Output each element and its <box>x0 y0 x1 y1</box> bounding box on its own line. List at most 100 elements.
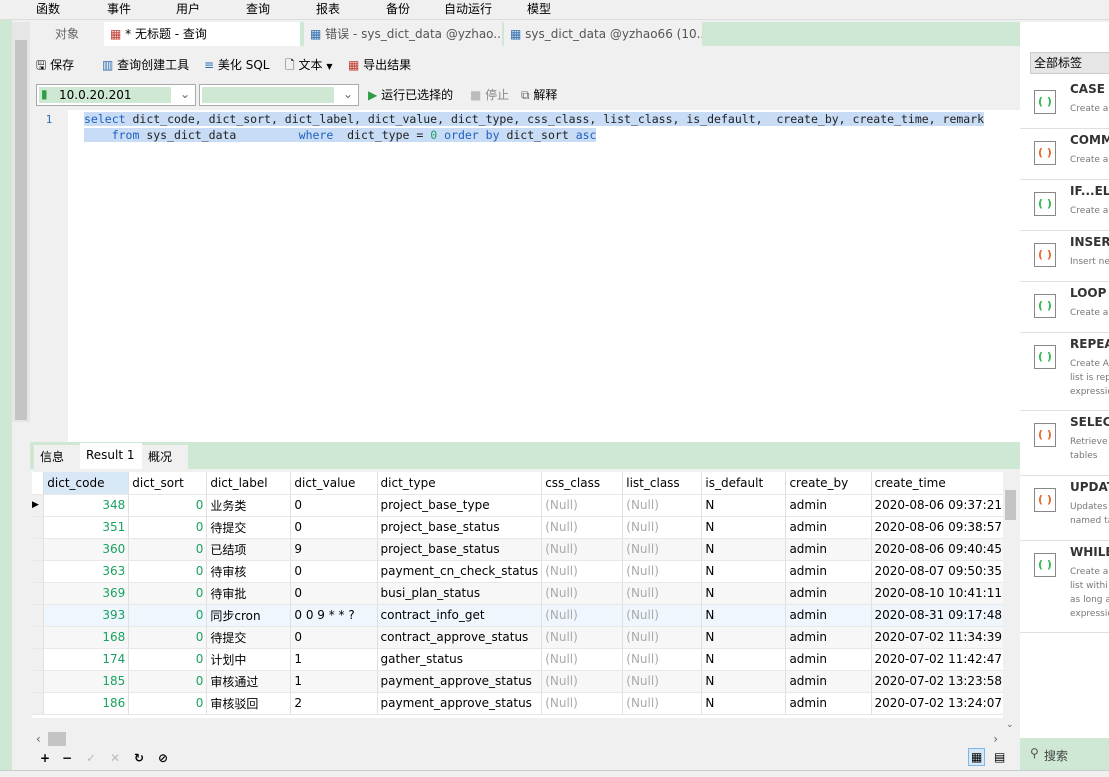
table-row[interactable]: 174 0 计划中 1 gather_status (Null) (Null) Nadmin 2… <box>32 648 1018 671</box>
sql-editor[interactable]: 1 select dict_code, dict_sort, dict_labe… <box>30 110 1020 442</box>
column-header[interactable]: dict_label <box>206 472 292 495</box>
grid-vertical-scrollbar[interactable]: ⌄ <box>1003 472 1018 730</box>
table-cell[interactable]: payment_approve_status <box>377 670 543 693</box>
menu-item[interactable]: 模型 <box>527 0 551 17</box>
table-cell[interactable]: 0 <box>128 538 208 561</box>
table-cell[interactable]: 0 <box>290 560 378 583</box>
table-cell[interactable]: 审核驳回 <box>206 692 292 715</box>
column-header[interactable]: create_by <box>785 472 872 495</box>
table-cell[interactable]: 0 <box>128 692 208 715</box>
text-button[interactable]: 🗋 文本 ▼ <box>285 57 332 75</box>
table-cell[interactable]: N <box>701 670 787 693</box>
connection-select[interactable]: ▮ 10.0.20.201 ⌄ <box>36 84 196 106</box>
menu-item[interactable]: 事件 <box>107 0 131 17</box>
table-cell[interactable]: admin <box>785 516 872 539</box>
column-header[interactable]: dict_sort <box>128 472 208 495</box>
tab-sys-dict-data[interactable]: ▦ sys_dict_data @yzhao66 (10... <box>504 22 702 46</box>
row-indicator[interactable] <box>32 516 45 539</box>
form-view-icon[interactable]: ▤ <box>994 749 1005 765</box>
table-cell[interactable]: project_base_status <box>377 516 543 539</box>
snippet-item[interactable]: ( ) WHILE Create a list withi as long a ex… <box>1020 541 1109 633</box>
table-cell[interactable]: 0 <box>290 626 378 649</box>
snippet-item[interactable]: ( ) INSERT Insert ne <box>1020 231 1109 282</box>
row-indicator[interactable] <box>32 692 45 715</box>
table-cell[interactable]: 351 <box>43 516 130 539</box>
beautify-sql-button[interactable]: ≡ 美化 SQL <box>204 57 269 73</box>
column-header[interactable]: dict_value <box>290 472 378 495</box>
table-cell[interactable]: 0 <box>128 494 208 517</box>
table-cell[interactable]: 待提交 <box>206 516 292 539</box>
table-cell[interactable]: admin <box>785 692 872 715</box>
menu-item[interactable]: 用户 <box>176 0 200 17</box>
query-builder-button[interactable]: ▥ 查询创建工具 <box>102 57 189 73</box>
table-cell[interactable]: 185 <box>43 670 130 693</box>
scroll-down-icon[interactable]: ⌄ <box>1006 720 1014 730</box>
table-cell[interactable]: 0 <box>290 582 378 605</box>
snippet-item[interactable]: ( ) COMM Create a <box>1020 129 1109 180</box>
table-cell[interactable]: 计划中 <box>206 648 292 671</box>
table-cell[interactable]: (Null) <box>622 582 703 605</box>
scroll-left-icon[interactable]: ‹ <box>36 732 41 746</box>
row-indicator[interactable] <box>32 560 45 583</box>
stop-query-icon[interactable]: ⊘ <box>158 750 168 766</box>
table-cell[interactable]: (Null) <box>541 626 624 649</box>
stop-button[interactable]: ■ 停止 <box>470 87 509 103</box>
scroll-thumb[interactable] <box>15 40 27 420</box>
row-indicator[interactable] <box>32 604 45 627</box>
row-indicator[interactable] <box>32 626 45 649</box>
table-cell[interactable]: 0 <box>290 516 378 539</box>
row-indicator[interactable] <box>32 538 45 561</box>
table-row[interactable]: 185 0 审核通过 1 payment_approve_status (Null) (Nu… <box>32 670 1018 693</box>
table-cell[interactable]: 186 <box>43 692 130 715</box>
apply-icon[interactable]: ✓ <box>86 750 96 766</box>
tab-info[interactable]: 信息 <box>34 445 80 469</box>
table-cell[interactable]: 2020-07-02 11:34:39 <box>871 626 1018 649</box>
table-cell[interactable]: 2020-07-02 13:24:07 <box>871 692 1018 715</box>
table-cell[interactable]: (Null) <box>541 670 624 693</box>
table-cell[interactable]: 174 <box>43 648 130 671</box>
table-cell[interactable]: N <box>701 560 787 583</box>
table-cell[interactable]: contract_approve_status <box>377 626 543 649</box>
column-header[interactable]: is_default <box>701 472 787 495</box>
table-cell[interactable]: 2020-07-02 11:42:47 <box>871 648 1018 671</box>
table-cell[interactable]: 业务类 <box>206 494 292 517</box>
table-cell[interactable]: (Null) <box>622 560 703 583</box>
grid-view-icon[interactable]: ▦ <box>968 748 986 766</box>
table-cell[interactable]: 2 <box>290 692 378 715</box>
column-header[interactable]: dict_code <box>43 472 130 495</box>
tab-result-1[interactable]: Result 1 <box>80 443 142 469</box>
table-cell[interactable]: busi_plan_status <box>377 582 543 605</box>
table-cell[interactable]: (Null) <box>622 626 703 649</box>
table-cell[interactable]: admin <box>785 626 872 649</box>
menu-item[interactable]: 报表 <box>316 0 340 17</box>
table-cell[interactable]: payment_cn_check_status <box>377 560 543 583</box>
table-cell[interactable]: 0 <box>128 582 208 605</box>
table-cell[interactable]: 0 <box>128 648 208 671</box>
snippet-item[interactable]: ( ) IF...ELS Create a <box>1020 180 1109 231</box>
table-cell[interactable]: admin <box>785 538 872 561</box>
tab-untitled-query[interactable]: ▦ * 无标题 - 查询 <box>104 22 300 46</box>
table-cell[interactable]: admin <box>785 670 872 693</box>
table-cell[interactable]: 168 <box>43 626 130 649</box>
table-cell[interactable]: (Null) <box>541 692 624 715</box>
table-cell[interactable]: project_base_type <box>377 494 543 517</box>
table-cell[interactable]: 待审批 <box>206 582 292 605</box>
table-cell[interactable]: N <box>701 494 787 517</box>
table-cell[interactable]: 1 <box>290 670 378 693</box>
tab-objects[interactable]: 对象 <box>30 22 104 46</box>
table-cell[interactable]: admin <box>785 604 872 627</box>
table-row[interactable]: 393 0 同步cron 0 0 9 * * ? contract_info_get (N… <box>32 604 1018 627</box>
column-header[interactable]: css_class <box>541 472 624 495</box>
snippet-item[interactable]: ( ) REPEA Create A list is rep expressio <box>1020 333 1109 411</box>
table-cell[interactable]: 待提交 <box>206 626 292 649</box>
table-cell[interactable]: (Null) <box>622 516 703 539</box>
table-cell[interactable]: (Null) <box>541 582 624 605</box>
menu-item[interactable]: 自动运行 <box>444 0 492 17</box>
add-row-icon[interactable]: + <box>40 750 50 766</box>
refresh-icon[interactable]: ↻ <box>134 750 144 766</box>
explain-button[interactable]: ⧉ 解释 <box>521 87 557 103</box>
run-selected-button[interactable]: ▶ 运行已选择的 <box>368 87 453 103</box>
database-select[interactable]: ⌄ <box>199 84 359 106</box>
table-cell[interactable]: 2020-08-07 09:50:35 <box>871 560 1018 583</box>
table-row[interactable]: 186 0 审核驳回 2 payment_approve_status (Null) (Nu… <box>32 692 1018 715</box>
